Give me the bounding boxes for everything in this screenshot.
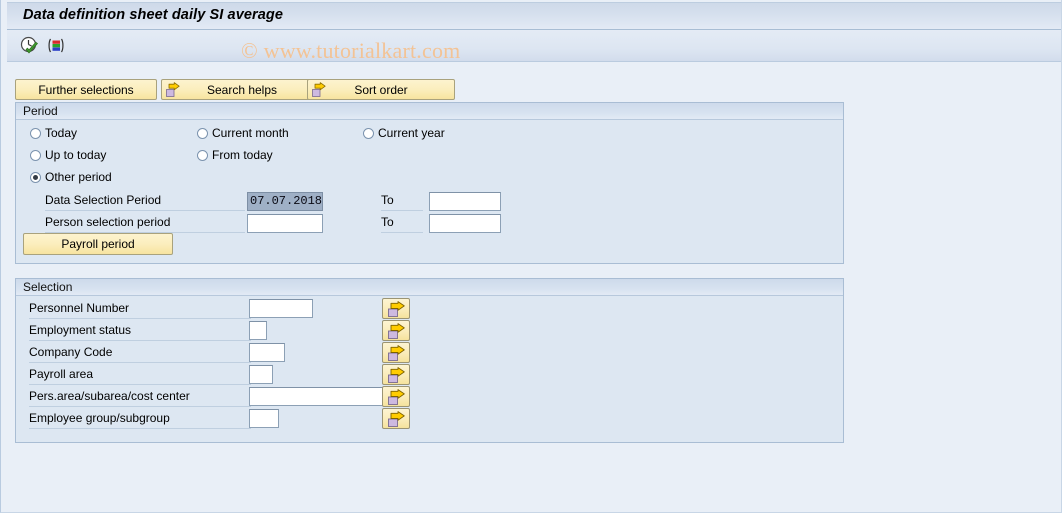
execute-clock-check-icon[interactable] bbox=[19, 35, 41, 57]
sort-order-button[interactable]: Sort order bbox=[307, 79, 455, 100]
radio-current-year[interactable]: Current year bbox=[363, 126, 445, 140]
payroll-area-multi-select-button[interactable] bbox=[382, 364, 410, 385]
person-selection-period-to-label: To bbox=[381, 214, 423, 233]
radio-current-month-label: Current month bbox=[212, 126, 289, 140]
page-title: Data definition sheet daily SI average bbox=[23, 7, 284, 23]
application-toolbar bbox=[7, 30, 1061, 62]
pers-area-subarea-cost-center-label: Pers.area/subarea/cost center bbox=[29, 388, 251, 407]
radio-today-label: Today bbox=[45, 126, 78, 140]
radio-from-today[interactable]: From today bbox=[197, 148, 273, 162]
radio-mark-icon bbox=[197, 149, 208, 161]
person-selection-period-label: Person selection period bbox=[45, 214, 245, 233]
employee-group-subgroup-input[interactable] bbox=[249, 409, 279, 428]
yellow-arrow-icon bbox=[311, 81, 327, 98]
company-code-label: Company Code bbox=[29, 344, 251, 363]
pers-area-subarea-cost-center-input[interactable] bbox=[249, 387, 387, 406]
radio-mark-icon bbox=[30, 171, 41, 183]
period-group-title: Period bbox=[16, 103, 843, 120]
selection-group-title: Selection bbox=[16, 279, 843, 296]
sort-order-label: Sort order bbox=[354, 82, 408, 97]
data-selection-period-to-label: To bbox=[381, 192, 423, 211]
search-helps-button[interactable]: Search helps bbox=[161, 79, 323, 100]
yellow-arrow-icon bbox=[165, 81, 181, 98]
payroll-area-label: Payroll area bbox=[29, 366, 251, 385]
employment-status-input[interactable] bbox=[249, 321, 267, 340]
employment-status-multi-select-button[interactable] bbox=[382, 320, 410, 341]
company-code-multi-select-button[interactable] bbox=[382, 342, 410, 363]
company-code-input[interactable] bbox=[249, 343, 285, 362]
radio-up-to-today-label: Up to today bbox=[45, 148, 107, 162]
data-selection-period-to-input[interactable] bbox=[429, 192, 501, 211]
radio-other-period[interactable]: Other period bbox=[30, 170, 112, 184]
data-selection-period-label: Data Selection Period bbox=[45, 192, 245, 211]
employee-group-subgroup-label: Employee group/subgroup bbox=[29, 410, 251, 429]
radio-today[interactable]: Today bbox=[30, 126, 77, 140]
person-selection-period-input[interactable] bbox=[247, 214, 323, 233]
radio-mark-icon bbox=[30, 127, 41, 139]
radio-mark-icon bbox=[363, 127, 374, 139]
employee-group-subgroup-multi-select-button[interactable] bbox=[382, 408, 410, 429]
radio-current-year-label: Current year bbox=[378, 126, 445, 140]
radio-mark-icon bbox=[30, 149, 41, 161]
payroll-period-button[interactable]: Payroll period bbox=[23, 233, 173, 255]
radio-mark-icon bbox=[197, 127, 208, 139]
further-selections-button[interactable]: Further selections bbox=[15, 79, 157, 100]
further-selections-label: Further selections bbox=[38, 82, 134, 97]
payroll-period-label: Payroll period bbox=[61, 237, 135, 251]
person-selection-period-to-input[interactable] bbox=[429, 214, 501, 233]
personnel-number-label: Personnel Number bbox=[29, 300, 251, 319]
title-bar: Data definition sheet daily SI average bbox=[7, 2, 1061, 30]
personnel-number-input[interactable] bbox=[249, 299, 313, 318]
data-selection-period-input[interactable]: 07.07.2018 bbox=[247, 192, 323, 211]
radio-other-period-label: Other period bbox=[45, 170, 112, 184]
watermark-text: © www.tutorialkart.com bbox=[241, 38, 461, 63]
pers-area-subarea-cost-center-multi-select-button[interactable] bbox=[382, 386, 410, 407]
employment-status-label: Employment status bbox=[29, 322, 251, 341]
payroll-area-input[interactable] bbox=[249, 365, 273, 384]
personnel-number-multi-select-button[interactable] bbox=[382, 298, 410, 319]
radio-up-to-today[interactable]: Up to today bbox=[30, 148, 106, 162]
radio-from-today-label: From today bbox=[212, 148, 273, 162]
radio-current-month[interactable]: Current month bbox=[197, 126, 289, 140]
sap-screen: Data definition sheet daily SI average ©… bbox=[0, 0, 1062, 513]
search-helps-label: Search helps bbox=[206, 82, 278, 97]
variant-bars-icon[interactable] bbox=[45, 35, 67, 57]
